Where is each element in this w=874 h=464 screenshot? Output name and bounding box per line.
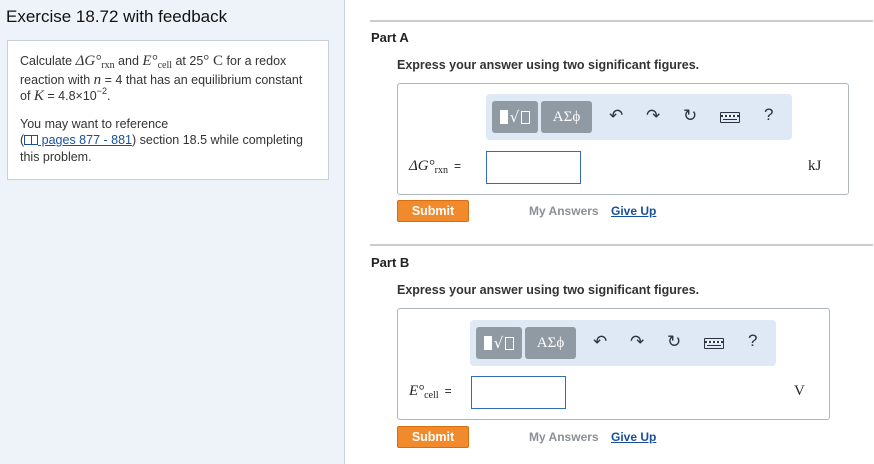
problem-statement: Calculate ΔG°rxn and E°cell at 25° C for… xyxy=(7,40,329,180)
templates-button[interactable]: √ xyxy=(492,101,538,133)
reference-intro: You may want to reference xyxy=(20,116,169,131)
k-end: . xyxy=(107,89,111,103)
part-b-toolbar: √ ΑΣϕ ↶ ↷ ↻ ? xyxy=(470,320,776,366)
part-a-my-answers: My Answers xyxy=(529,204,599,218)
help-icon[interactable]: ? xyxy=(748,331,757,351)
part-a-answer-box: √ ΑΣϕ ↶ ↷ ↻ ? ΔG°rxn = kJ xyxy=(397,83,849,195)
keyboard-icon[interactable] xyxy=(704,338,724,349)
reset-icon[interactable]: ↻ xyxy=(683,106,697,126)
part-b-unit: V xyxy=(794,383,805,399)
part-a-var-subscript: rxn xyxy=(434,165,448,176)
redo-icon[interactable]: ↷ xyxy=(630,332,644,352)
part-a-equals: = xyxy=(453,159,461,173)
textbook-pages-label: pages 877 - 881 xyxy=(38,133,132,147)
part-a-answer-input[interactable] xyxy=(486,151,581,184)
problem-text-at: at 25 xyxy=(172,54,204,68)
part-b-equals: = xyxy=(444,384,452,398)
greek-symbols-button[interactable]: ΑΣϕ xyxy=(541,101,592,133)
part-b-label: Part B xyxy=(371,255,410,270)
problem-panel: Exercise 18.72 with feedback Calculate Δ… xyxy=(0,0,345,464)
part-b-give-up-link[interactable]: Give Up xyxy=(611,430,656,444)
book-icon xyxy=(24,135,39,145)
k-exponent: −2 xyxy=(96,86,108,96)
part-b-var-subscript: cell xyxy=(424,390,439,401)
k-value: = 4.8×10 xyxy=(43,89,97,103)
part-b-var-symbol: E° xyxy=(409,383,425,399)
part-b-answer-input[interactable] xyxy=(471,376,566,409)
templates-button[interactable]: √ xyxy=(476,327,522,359)
part-a-var-symbol: ΔG° xyxy=(409,158,435,174)
dg-symbol: ΔG° xyxy=(75,53,102,69)
e-symbol: E° xyxy=(142,53,158,69)
part-b-divider xyxy=(370,244,873,246)
e-subscript: cell xyxy=(157,60,172,71)
greek-symbols-button[interactable]: ΑΣϕ xyxy=(525,327,576,359)
part-a-submit-button[interactable]: Submit xyxy=(397,200,469,222)
part-a-unit: kJ xyxy=(808,158,822,174)
undo-icon[interactable]: ↶ xyxy=(593,332,607,352)
undo-icon[interactable]: ↶ xyxy=(609,106,623,126)
part-b-variable-label: E°cell = xyxy=(409,383,452,401)
dg-subscript: rxn xyxy=(101,60,115,71)
keyboard-icon[interactable] xyxy=(720,112,740,123)
textbook-pages-link[interactable]: pages 877 - 881 xyxy=(24,133,132,147)
templates-icon: √ xyxy=(499,108,531,126)
reset-icon[interactable]: ↻ xyxy=(667,332,681,352)
part-b-instruction: Express your answer using two significan… xyxy=(397,283,700,297)
problem-text-calc: Calculate xyxy=(20,54,76,68)
part-a-give-up-link[interactable]: Give Up xyxy=(611,204,656,218)
k-symbol: K xyxy=(33,88,44,104)
problem-text-and: and xyxy=(114,54,143,68)
part-a-instruction: Express your answer using two significan… xyxy=(397,58,700,72)
redo-icon[interactable]: ↷ xyxy=(646,106,660,126)
reference-text: You may want to reference( pages 877 - 8… xyxy=(20,116,303,164)
templates-icon: √ xyxy=(483,334,515,352)
part-b-my-answers: My Answers xyxy=(529,430,599,444)
part-b-answer-box: √ ΑΣϕ ↶ ↷ ↻ ? E°cell = V xyxy=(397,308,830,420)
exercise-title: Exercise 18.72 with feedback xyxy=(6,7,228,26)
degree-celsius: ° C xyxy=(203,53,224,69)
part-a-variable-label: ΔG°rxn = xyxy=(409,158,461,176)
problem-text: Calculate ΔG°rxn and E°cell at 25° C for… xyxy=(20,53,316,106)
part-b-submit-button[interactable]: Submit xyxy=(397,426,469,448)
part-a-label: Part A xyxy=(371,30,409,45)
help-icon[interactable]: ? xyxy=(764,105,773,125)
part-a-toolbar: √ ΑΣϕ ↶ ↷ ↻ ? xyxy=(486,94,792,140)
part-a-divider xyxy=(370,20,873,22)
